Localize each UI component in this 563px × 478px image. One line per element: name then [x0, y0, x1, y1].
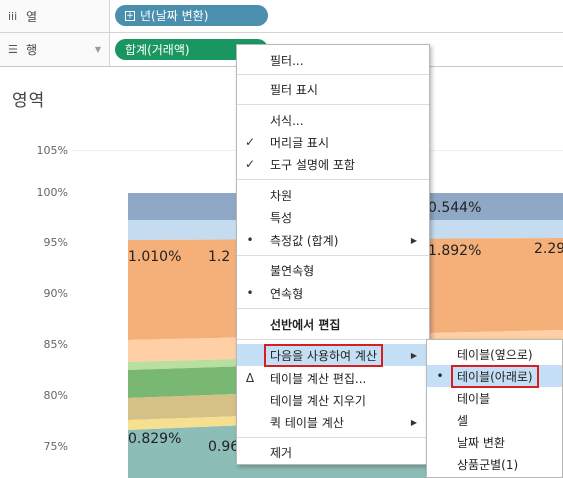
menu-item-filter[interactable]: 필터... — [237, 49, 429, 71]
menu-item-include-tooltip[interactable]: ✓ 도구 설명에 포함 — [237, 153, 429, 175]
menu-item-compute-using[interactable]: 다음을 사용하여 계산 ▶ — [237, 343, 429, 367]
data-label: 0.544% — [428, 200, 482, 216]
bullet-icon: • — [436, 369, 444, 383]
submenu-item-date[interactable]: 날짜 변환 — [427, 431, 562, 453]
compute-using-submenu: 테이블(옆으로) • 테이블(아래로) 테이블 셀 날짜 변환 상품군별(1) — [426, 339, 563, 478]
submenu-arrow-icon: ▶ — [410, 417, 417, 427]
menu-item-show-header[interactable]: ✓ 머리글 표시 — [237, 131, 429, 153]
menu-divider — [237, 104, 429, 105]
submenu-item-cell[interactable]: 셀 — [427, 409, 562, 431]
menu-divider — [237, 308, 429, 309]
data-label: 0.829% — [128, 431, 182, 447]
table-down-label: 테이블(아래로) — [451, 364, 539, 388]
compute-using-label: 다음을 사용하여 계산 — [264, 343, 383, 367]
context-menu: 필터... 필터 표시 서식... ✓ 머리글 표시 ✓ 도구 설명에 포함 차… — [236, 44, 430, 465]
submenu-item-category[interactable]: 상품군별(1) — [427, 453, 562, 475]
menu-divider — [237, 437, 429, 438]
delta-icon: Δ — [245, 371, 255, 385]
data-label: 1.010% — [128, 249, 182, 265]
data-label: 1.2 — [208, 249, 231, 265]
menu-item-attribute[interactable]: 특성 — [237, 206, 429, 228]
submenu-arrow-icon: ▶ — [410, 235, 417, 245]
menu-item-show-filter[interactable]: 필터 표시 — [237, 78, 429, 100]
menu-item-clear-table-calc[interactable]: 테이블 계산 지우기 — [237, 389, 429, 411]
menu-item-quick-table-calc[interactable]: 퀵 테이블 계산 ▶ — [237, 411, 429, 433]
menu-item-continuous[interactable]: • 연속형 — [237, 282, 429, 304]
menu-item-edit-in-shelf[interactable]: 선반에서 편집 — [237, 313, 429, 335]
menu-divider — [237, 339, 429, 340]
data-label: 1.892% — [428, 243, 482, 259]
check-icon: ✓ — [244, 157, 256, 171]
bullet-icon: • — [246, 286, 254, 300]
bullet-icon: • — [246, 233, 254, 247]
menu-item-format[interactable]: 서식... — [237, 109, 429, 131]
menu-divider — [237, 255, 429, 256]
menu-divider — [237, 179, 429, 180]
menu-item-measure[interactable]: • 측정값 (합계) ▶ — [237, 229, 429, 251]
menu-item-discrete[interactable]: 불연속형 — [237, 259, 429, 281]
submenu-arrow-icon: ▶ — [410, 350, 417, 360]
submenu-item-table[interactable]: 테이블 — [427, 387, 562, 409]
menu-item-dimension[interactable]: 차원 — [237, 184, 429, 206]
check-icon: ✓ — [244, 135, 256, 149]
menu-divider — [237, 74, 429, 75]
data-label: 0.96 — [208, 439, 240, 455]
submenu-item-table-across[interactable]: 테이블(옆으로) — [427, 343, 562, 365]
menu-item-remove[interactable]: 제거 — [237, 441, 429, 463]
submenu-item-table-down[interactable]: • 테이블(아래로) — [427, 364, 562, 388]
data-label: 2.29 — [534, 241, 563, 257]
menu-item-edit-table-calc[interactable]: Δ 테이블 계산 편집... — [237, 367, 429, 389]
